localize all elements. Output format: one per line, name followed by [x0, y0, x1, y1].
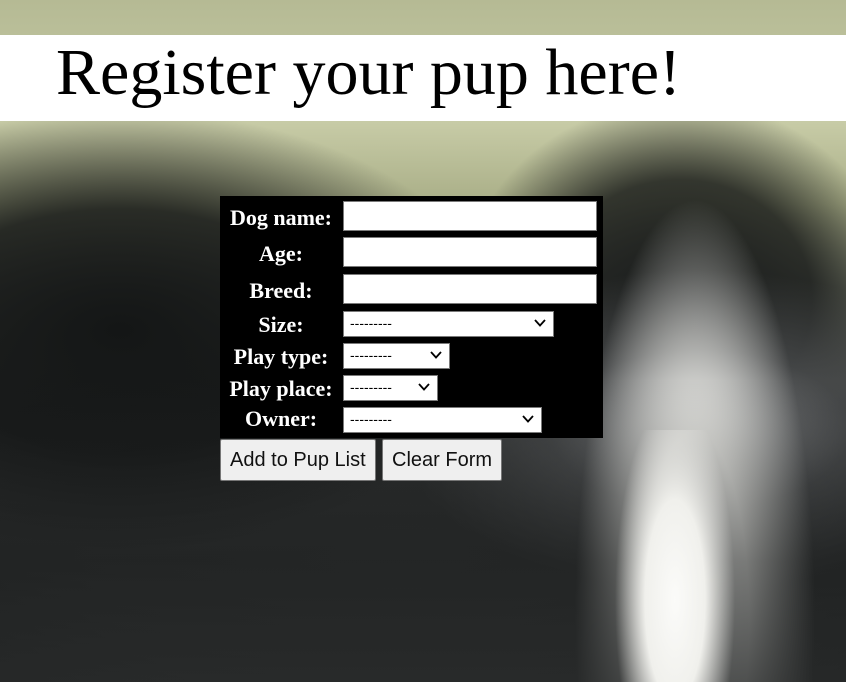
- breed-label: Breed:: [249, 278, 313, 303]
- play-type-select[interactable]: ---------: [343, 343, 450, 369]
- play-type-select-value: ---------: [350, 347, 392, 363]
- size-select-value: ---------: [350, 315, 392, 331]
- dog-name-label: Dog name:: [229, 205, 333, 230]
- chevron-down-icon: [522, 415, 534, 423]
- chevron-down-icon: [430, 351, 442, 359]
- age-input[interactable]: [343, 237, 597, 267]
- background-photo-blaze: [600, 430, 750, 682]
- add-to-pup-list-button[interactable]: Add to Pup List: [220, 439, 376, 481]
- clear-form-button[interactable]: Clear Form: [382, 439, 503, 481]
- play-place-select[interactable]: ---------: [343, 375, 438, 401]
- dog-name-input[interactable]: [343, 201, 597, 231]
- size-label: Size:: [258, 312, 304, 337]
- chevron-down-icon: [534, 319, 546, 327]
- play-place-select-value: ---------: [350, 379, 392, 395]
- chevron-down-icon: [418, 383, 430, 391]
- registration-form: Dog name: Age: Breed: Size: --------- Pl…: [220, 196, 603, 438]
- size-select[interactable]: ---------: [343, 311, 554, 337]
- owner-select-value: ---------: [350, 411, 392, 427]
- age-label: Age:: [259, 241, 303, 266]
- breed-input[interactable]: [343, 274, 597, 304]
- owner-select[interactable]: ---------: [343, 407, 542, 433]
- play-type-label: Play type:: [233, 344, 329, 369]
- play-place-label: Play place:: [229, 376, 333, 401]
- owner-label: Owner:: [244, 406, 318, 431]
- page-title: Register your pup here!: [56, 36, 681, 109]
